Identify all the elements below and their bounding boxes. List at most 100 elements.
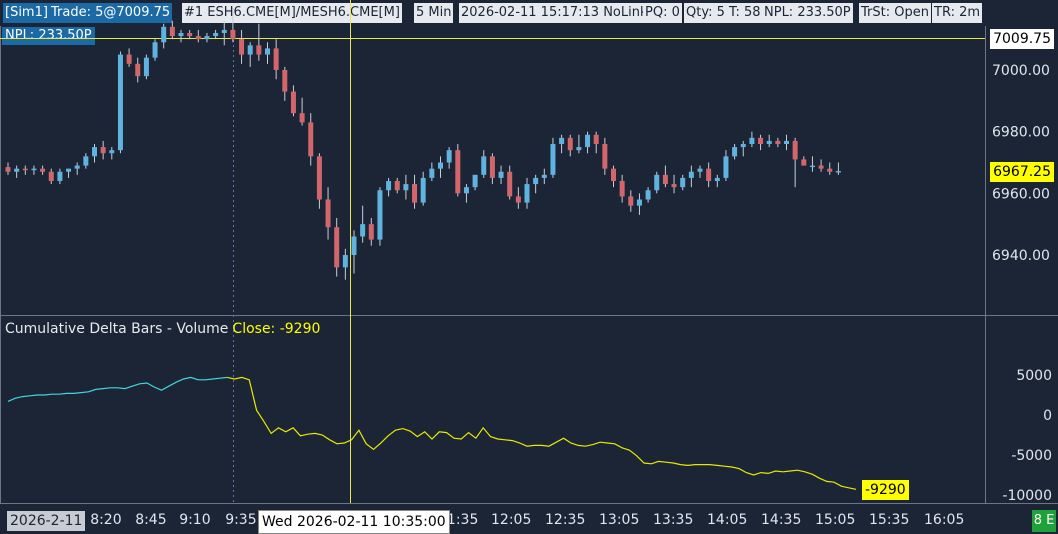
candle-body [749,137,755,144]
candle-body [299,113,305,123]
price-tick-label: 6980.00 [992,125,1050,141]
candle-body [66,168,72,172]
candle-body [792,140,798,160]
candle-body [74,165,80,169]
candle-body [14,168,20,172]
candle-body [152,42,158,58]
candle-body [100,147,106,154]
candle-body [230,29,236,40]
candle-body [5,167,11,172]
candle-body [256,45,262,55]
candle-body [48,171,54,181]
time-tick-label: 14:05 [707,512,748,528]
time-tick-label: 9:10 [179,512,211,528]
candle-body [740,144,746,148]
time-tick-label: 15:35 [869,512,910,528]
candle-body [135,63,141,77]
candle-body [809,165,815,168]
time-tick-label: 14:35 [761,512,802,528]
candle-body [784,140,789,144]
candle-body [438,162,443,169]
time-tick-label: 16:05 [924,512,965,528]
candle-body [360,224,366,237]
candle-body [628,196,634,206]
candle-body [775,140,781,144]
price-tick-label: 7000.00 [992,63,1050,79]
chart-canvas[interactable]: 7000.00 6980.00 6960.00 6940.00 5000 0 -5000 -… [0,0,1058,534]
candle-body [507,171,513,197]
time-tick-label: 13:35 [653,512,694,528]
delta-tick-label: -10000 [1002,488,1052,504]
candle-body [645,190,651,200]
candle-body [40,168,46,172]
time-tick-label: 12:05 [491,512,532,528]
delta-line-pre [7,376,228,402]
candle-body [611,168,616,181]
candle-body [472,174,478,188]
delta-tick-label: 0 [1043,408,1052,424]
candle-body [585,134,591,148]
candle-body [282,70,288,92]
candle-body [22,168,28,171]
candle-body [394,181,400,191]
candle-body [377,190,383,240]
candle-body [412,184,418,203]
candle-body [576,147,582,151]
candle-body [117,54,123,151]
candle-body [671,184,677,188]
price-tick-label: 6940.00 [992,248,1050,264]
candle-body [688,171,694,178]
time-tick-label: 15:05 [815,512,856,528]
crosshair-time-label: Wed 2026-02-11 10:35:00 [258,510,450,534]
indicator-title: Cumulative Delta Bars - Volume Close: -92… [5,321,320,337]
time-tick-label: 8:45 [135,512,167,528]
candle-body [204,36,210,40]
candle-body [498,171,504,178]
last-price-marker: 6967.25 [990,162,1054,182]
candle-body [835,170,841,173]
trade-price-marker: 7009.75 [990,29,1054,49]
candle-body [273,48,279,70]
candle-body [368,224,374,240]
candle-body [109,150,115,154]
candle-body [57,171,63,181]
time-tick-label: 13:05 [599,512,640,528]
candle-body [697,168,703,172]
candle-body [827,168,833,172]
candle-body [178,33,184,37]
candle-body [455,150,461,194]
candle-body [801,159,807,166]
candle-body [515,196,521,203]
candle-body [351,236,357,255]
candle-body [619,181,625,197]
status-badge[interactable]: 8 E [1032,510,1056,532]
candle-body [403,184,409,191]
candle-body [334,227,340,268]
candle-body [489,156,495,178]
candle-body [732,147,738,157]
candle-body [559,137,565,144]
candle-body [593,134,599,144]
candle-body [213,33,219,37]
candle-body [723,156,729,178]
candle-body [265,48,270,55]
candle-body [126,54,132,64]
candle-body [463,187,469,194]
candle-body [239,39,245,55]
candle-body [429,168,435,178]
candle-body [31,168,37,171]
indicator-close-value: Close: -9290 [232,321,321,337]
candle-body [654,174,660,191]
candle-body [221,29,227,33]
candle-body [533,177,539,185]
candle-body [567,137,573,151]
time-axis-date: 2026-2-11 [7,511,86,531]
candle-body [308,122,314,157]
candle-body [169,26,175,37]
candle-body [766,140,772,144]
candle-body [602,144,608,169]
candlestick-series [5,8,841,280]
candle-body [325,199,331,228]
candle-body [481,156,487,175]
candle-body [818,165,824,169]
